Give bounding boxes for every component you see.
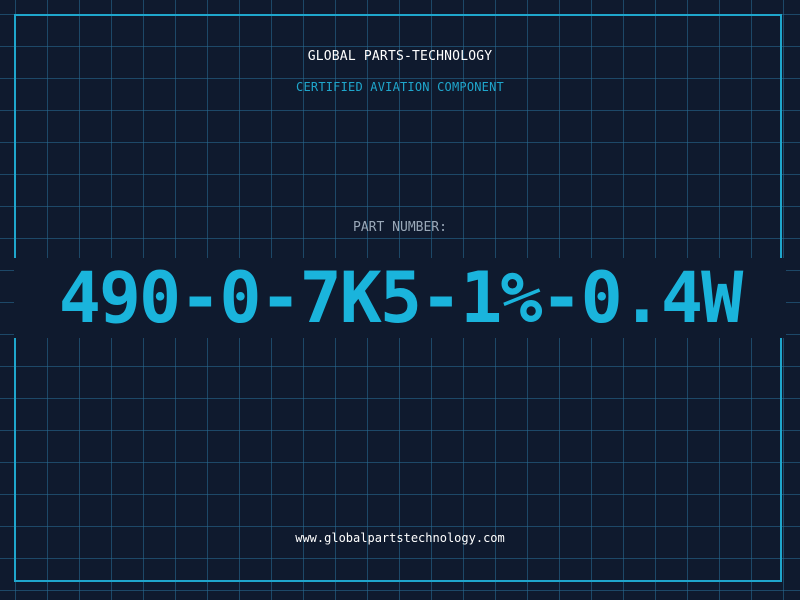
part-card: GLOBAL PARTS-TECHNOLOGY CERTIFIED AVIATI…: [0, 0, 800, 600]
company-name: GLOBAL PARTS-TECHNOLOGY: [307, 49, 493, 64]
part-number-label: PART NUMBER:: [353, 220, 447, 235]
part-number-value: 490-0-7K5-1%-0.4W: [58, 257, 743, 339]
website-url: www.globalpartstechnology.com: [295, 531, 505, 545]
certification-subtitle: CERTIFIED AVIATION COMPONENT: [296, 80, 504, 94]
